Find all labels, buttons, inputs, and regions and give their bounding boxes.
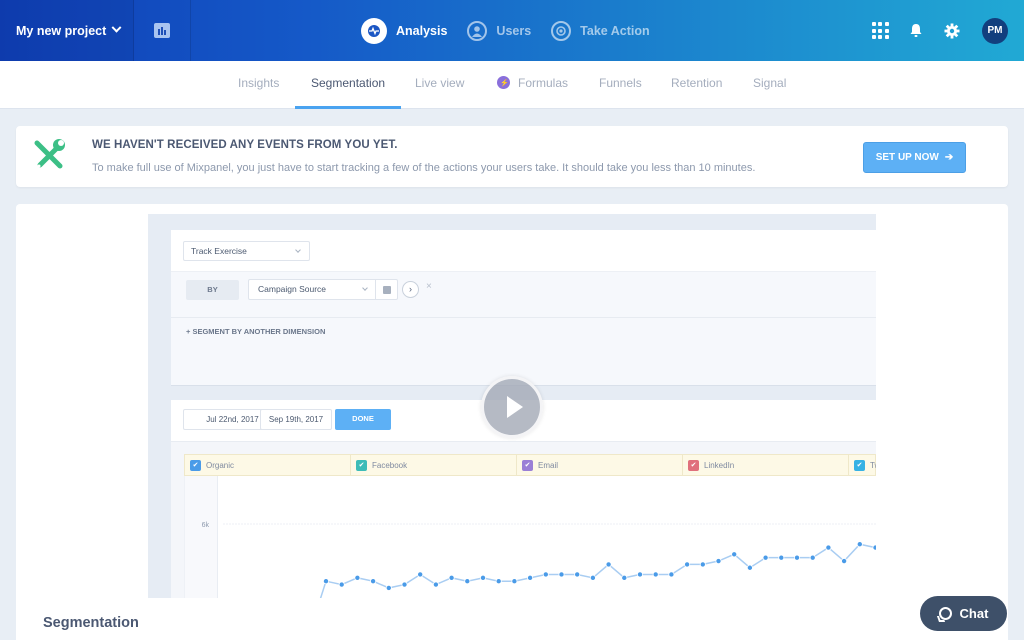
tab-retention[interactable]: Retention [671,61,722,109]
tools-icon [34,139,65,169]
legend-label: Facebook [372,460,408,470]
property-select-value: Campaign Source [258,284,327,294]
string-type-icon [382,285,391,294]
nav-users[interactable]: Users [467,20,532,41]
banner-title: WE HAVEN'T RECEIVED ANY EVENTS FROM YOU … [92,139,398,151]
utility-nav: PM [854,0,1008,61]
legend-label: Email [538,460,559,470]
segment-another-row: + SEGMENT BY ANOTHER DIMENSION [171,317,876,386]
report-tabs: Insights Segmentation Live view Formulas… [0,61,1024,109]
legend-item[interactable]: ✔ LinkedIn [683,455,849,475]
segment-row: BY Campaign Source › × [171,271,876,317]
legend-item[interactable]: ✔ Email [517,455,683,475]
date-to-input[interactable]: Sep 19th, 2017 [260,409,332,430]
bar-chart-icon [154,23,170,38]
gear-icon [944,23,960,38]
apps-grid-button[interactable] [870,21,890,41]
nav-take-action-label: Take Action [580,23,650,38]
chevron-down-icon [362,285,368,291]
checkbox-checked-icon: ✔ [688,459,699,471]
tab-signal[interactable]: Signal [753,61,786,109]
query-builder-panel: Track Exercise BY Campaign Source › × + … [171,230,876,386]
remove-segment-icon[interactable]: × [426,281,432,292]
chevron-down-icon [295,247,301,253]
banner-description: To make full use of Mixpanel, you just h… [92,162,756,174]
target-icon [551,20,572,41]
notifications-button[interactable] [906,21,926,41]
chat-bubble-icon [938,607,952,620]
chat-button[interactable]: Chat [920,596,1007,631]
user-avatar[interactable]: PM [982,17,1008,44]
project-selector[interactable]: My new project [0,0,134,61]
y-axis [185,476,218,598]
pulse-icon [361,17,387,44]
bolt-icon [497,62,510,106]
chart-area [184,476,876,598]
property-type-toggle[interactable] [375,280,397,299]
nav-analysis-label: Analysis [396,23,448,38]
project-name: My new project [16,23,107,38]
series-legend: ✔ Organic ✔ Facebook ✔ Email ✔ LinkedIn ✔ Tw [184,454,876,476]
no-events-banner: WE HAVEN'T RECEIVED ANY EVENTS FROM YOU … [16,126,1008,187]
done-button[interactable]: DONE [335,409,391,430]
chevron-down-icon [111,22,122,33]
legend-label: Organic [206,460,235,470]
event-select[interactable]: Track Exercise [183,241,310,261]
tab-segmentation[interactable]: Segmentation [294,61,402,109]
more-options-button[interactable]: › [402,281,419,298]
top-navigation-bar: My new project Analysis Users Take Actio… [0,0,1024,61]
legend-item[interactable]: ✔ Facebook [351,455,517,475]
checkbox-checked-icon: ✔ [190,459,201,471]
grid-icon [871,22,889,39]
checkbox-checked-icon: ✔ [356,459,367,471]
bell-icon [910,24,922,37]
tab-formulas[interactable]: Formulas [497,61,568,109]
settings-button[interactable] [942,21,962,41]
nav-take-action[interactable]: Take Action [551,20,650,41]
set-up-now-button[interactable]: SET UP NOW ➔ [863,142,966,173]
checkbox-checked-icon: ✔ [522,459,533,471]
dashboards-button[interactable] [134,0,191,61]
by-label: BY [186,280,239,300]
set-up-now-label: SET UP NOW [875,152,939,163]
main-nav: Analysis Users Take Action [361,0,670,61]
arrow-right-icon: ➔ [944,152,954,163]
legend-item[interactable]: ✔ Organic [185,455,351,475]
event-select-value: Track Exercise [191,246,247,256]
tab-insights[interactable]: Insights [238,61,279,109]
legend-label: Tw [870,460,876,470]
chat-label: Chat [959,606,989,621]
property-select[interactable]: Campaign Source [248,279,398,300]
user-circle-icon [467,20,488,41]
section-heading: Segmentation [43,615,139,631]
tab-funnels[interactable]: Funnels [599,61,642,109]
tab-formulas-label: Formulas [518,76,569,90]
checkbox-checked-icon: ✔ [854,459,865,471]
play-button[interactable] [481,376,543,438]
segment-another-dimension-link[interactable]: + SEGMENT BY ANOTHER DIMENSION [186,327,325,336]
tab-live-view[interactable]: Live view [415,61,464,109]
nav-analysis[interactable]: Analysis [361,17,448,44]
legend-label: LinkedIn [704,460,735,470]
nav-users-label: Users [496,23,532,38]
legend-item[interactable]: ✔ Tw [849,455,876,475]
